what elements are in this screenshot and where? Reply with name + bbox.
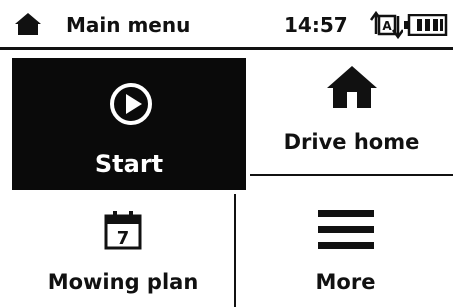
start-label: Start [94,150,164,178]
play-icon [110,83,152,125]
auto-mode-icon: A [369,10,403,40]
drive-home-tile[interactable]: Drive home [250,58,453,174]
more-label: More [315,270,376,294]
home-icon [15,13,41,35]
calendar-day: 7 [117,228,130,249]
clock-time: 14:57 [284,13,348,37]
start-tile[interactable]: Start [12,58,246,190]
divider-horizontal [250,174,453,176]
main-menu-screen: Main menu 14:57 A Start Drive home 7 Mow… [0,0,453,307]
divider-vertical [234,194,236,307]
battery-icon [404,14,448,36]
page-title: Main menu [66,13,191,37]
menu-icon [318,210,374,249]
house-icon [327,66,377,108]
drive-home-label: Drive home [283,130,420,154]
auto-mode-letter: A [382,19,392,33]
more-tile[interactable]: More [238,178,453,307]
mowing-plan-label: Mowing plan [47,270,199,294]
header-bar: Main menu 14:57 A [0,0,453,50]
mowing-plan-tile[interactable]: 7 Mowing plan [12,194,234,307]
calendar-icon: 7 [104,211,142,250]
